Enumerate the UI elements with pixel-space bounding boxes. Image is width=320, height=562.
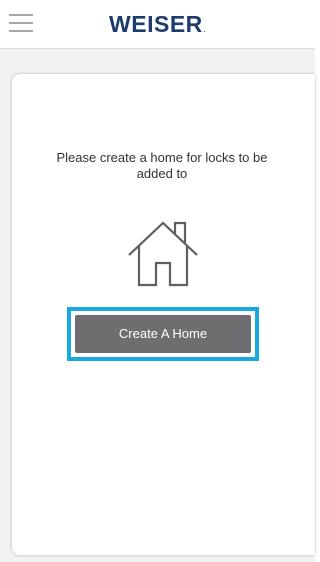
home-card: Please create a home for locks to be add… [12, 74, 315, 555]
home-message: Please create a home for locks to be add… [56, 150, 268, 181]
app-header: WEISER. [0, 0, 315, 49]
logo-text: WEISER [109, 11, 203, 37]
logo-mark: . [203, 28, 206, 34]
brand-logo: WEISER. [0, 11, 315, 44]
house-icon [128, 221, 198, 287]
content-area: Please create a home for locks to be add… [0, 49, 315, 562]
create-home-button[interactable]: Create A Home [75, 315, 251, 353]
